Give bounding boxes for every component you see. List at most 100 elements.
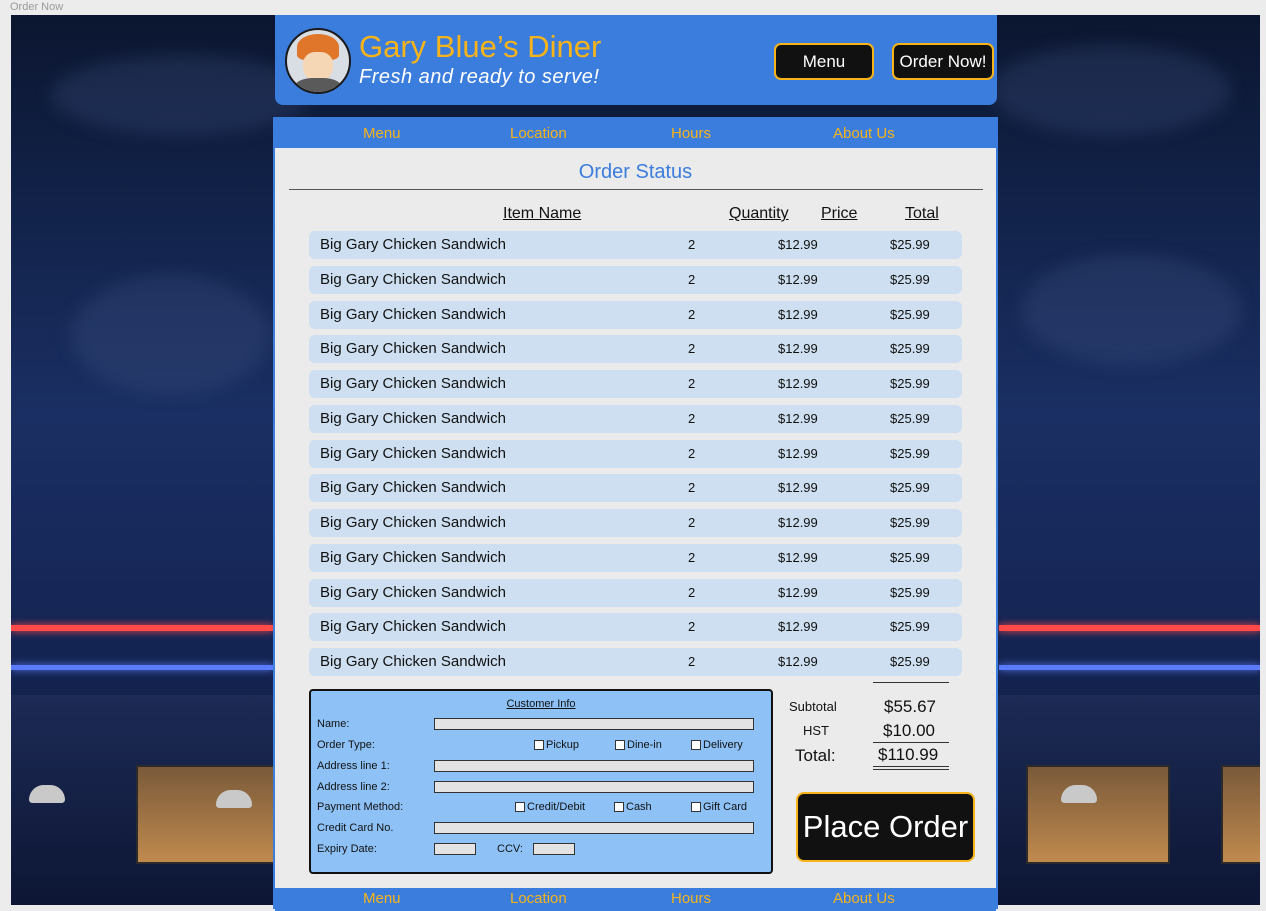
order-item-row: Big Gary Chicken Sandwich 2 $12.99 $25.99 bbox=[309, 509, 962, 537]
item-total: $25.99 bbox=[890, 376, 930, 391]
order-item-row: Big Gary Chicken Sandwich 2 $12.99 $25.99 bbox=[309, 613, 962, 642]
address-line-1-field[interactable] bbox=[434, 760, 754, 772]
footer-item-location[interactable]: Location bbox=[510, 890, 567, 907]
item-quantity: 2 bbox=[688, 271, 696, 287]
nav-item-about-us[interactable]: About Us bbox=[833, 125, 895, 142]
column-header-price: Price bbox=[821, 205, 858, 222]
summary-mid-rule bbox=[873, 742, 949, 743]
place-order-button[interactable]: Place Order bbox=[796, 792, 975, 862]
order-item-row: Big Gary Chicken Sandwich 2 $12.99 $25.99 bbox=[309, 300, 962, 329]
item-name: Big Gary Chicken Sandwich bbox=[320, 340, 506, 358]
name-field[interactable] bbox=[434, 718, 754, 730]
cash-label: Cash bbox=[626, 801, 652, 813]
title-divider bbox=[289, 189, 983, 190]
order-item-row: Big Gary Chicken Sandwich 2 $12.99 $25.99 bbox=[309, 404, 962, 433]
item-name: Big Gary Chicken Sandwich bbox=[320, 653, 506, 670]
order-item-row: Big Gary Chicken Sandwich 2 $12.99 $25.99 bbox=[309, 543, 962, 572]
footer-item-hours[interactable]: Hours bbox=[671, 890, 711, 907]
item-name: Big Gary Chicken Sandwich bbox=[320, 444, 506, 462]
item-total: $25.99 bbox=[890, 306, 930, 322]
order-item-row: Big Gary Chicken Sandwich 2 $12.99 $25.99 bbox=[309, 474, 962, 503]
item-total: $25.99 bbox=[890, 654, 930, 669]
address-line-1-label: Address line 1: bbox=[317, 760, 390, 772]
column-header-total: Total bbox=[905, 205, 939, 222]
item-quantity: 2 bbox=[688, 445, 696, 461]
address-line-2-label: Address line 2: bbox=[317, 781, 390, 793]
item-price: $12.99 bbox=[778, 306, 818, 322]
gift-card-label: Gift Card bbox=[703, 801, 748, 813]
pickup-label: Pickup bbox=[546, 739, 580, 751]
order-item-row: Big Gary Chicken Sandwich 2 $12.99 $25.99 bbox=[309, 265, 962, 294]
item-price: $12.99 bbox=[778, 584, 818, 600]
credit-debit-label: Credit/Debit bbox=[527, 801, 586, 813]
header-menu-button[interactable]: Menu bbox=[774, 43, 874, 80]
item-name: Big Gary Chicken Sandwich bbox=[320, 583, 506, 601]
cash-checkbox[interactable]: Cash bbox=[614, 801, 652, 813]
item-name: Big Gary Chicken Sandwich bbox=[320, 548, 506, 566]
item-price: $12.99 bbox=[778, 480, 818, 496]
subtotal-value: $55.67 bbox=[884, 697, 936, 716]
item-total: $25.99 bbox=[890, 410, 930, 426]
payment-method-label: Payment Method: bbox=[317, 801, 404, 813]
item-quantity: 2 bbox=[688, 480, 696, 496]
item-price: $12.99 bbox=[778, 549, 818, 565]
item-price: $12.99 bbox=[778, 271, 818, 287]
item-total: $25.99 bbox=[890, 619, 930, 635]
order-type-label: Order Type: bbox=[317, 739, 375, 751]
credit-card-field[interactable] bbox=[434, 822, 754, 834]
item-quantity: 2 bbox=[688, 584, 696, 600]
item-price: $12.99 bbox=[778, 376, 818, 391]
gift-card-checkbox[interactable]: Gift Card bbox=[691, 801, 747, 813]
column-header-quantity: Quantity bbox=[729, 205, 789, 222]
artboard-title: Order Now bbox=[10, 1, 64, 13]
delivery-checkbox[interactable]: Delivery bbox=[691, 739, 743, 751]
credit-debit-checkbox[interactable]: Credit/Debit bbox=[515, 801, 585, 813]
footer-item-about-us[interactable]: About Us bbox=[833, 890, 895, 907]
item-total: $25.99 bbox=[890, 237, 930, 252]
item-total: $25.99 bbox=[890, 515, 930, 530]
subtotal-label: Subtotal bbox=[789, 699, 837, 714]
item-quantity: 2 bbox=[688, 376, 696, 391]
header-order-now-button[interactable]: Order Now! bbox=[892, 43, 994, 80]
footer-item-menu[interactable]: Menu bbox=[363, 890, 401, 907]
item-quantity: 2 bbox=[688, 237, 696, 252]
order-item-row: Big Gary Chicken Sandwich 2 $12.99 $25.99 bbox=[309, 439, 962, 468]
item-price: $12.99 bbox=[778, 410, 818, 426]
nav-item-menu[interactable]: Menu bbox=[363, 125, 401, 142]
ccv-label: CCV: bbox=[497, 843, 523, 855]
order-items-list: Big Gary Chicken Sandwich 2 $12.99 $25.99 B… bbox=[309, 231, 962, 683]
footer-nav: Menu Location Hours About Us bbox=[275, 888, 996, 911]
column-header-item-name: Item Name bbox=[503, 205, 582, 222]
nav-item-hours[interactable]: Hours bbox=[671, 125, 711, 142]
item-quantity: 2 bbox=[688, 515, 696, 530]
item-name: Big Gary Chicken Sandwich bbox=[320, 479, 506, 497]
order-status-title: Order Status bbox=[578, 161, 693, 183]
item-price: $12.99 bbox=[778, 341, 818, 357]
item-quantity: 2 bbox=[688, 306, 696, 322]
brand-name: Gary Blue’s Diner bbox=[359, 29, 602, 64]
order-item-row: Big Gary Chicken Sandwich 2 $12.99 $25.99 bbox=[309, 335, 962, 364]
item-quantity: 2 bbox=[688, 549, 696, 565]
expiry-date-field[interactable] bbox=[434, 843, 476, 855]
expiry-date-label: Expiry Date: bbox=[317, 843, 377, 855]
dine-in-checkbox[interactable]: Dine-in bbox=[615, 739, 662, 751]
top-nav: Menu Location Hours About Us bbox=[275, 119, 996, 148]
ccv-field[interactable] bbox=[533, 843, 575, 855]
address-line-2-field[interactable] bbox=[434, 781, 754, 793]
customer-info-form: Customer Info Name: Order Type: Pickup D… bbox=[309, 689, 773, 874]
item-name: Big Gary Chicken Sandwich bbox=[320, 305, 506, 323]
item-name: Big Gary Chicken Sandwich bbox=[320, 514, 506, 531]
name-label: Name: bbox=[317, 718, 350, 730]
item-price: $12.99 bbox=[778, 445, 818, 461]
pickup-checkbox[interactable]: Pickup bbox=[534, 739, 579, 751]
item-quantity: 2 bbox=[688, 341, 696, 357]
order-item-row: Big Gary Chicken Sandwich 2 $12.99 $25.99 bbox=[309, 370, 962, 398]
total-value: $110.99 bbox=[878, 745, 939, 764]
mascot-logo bbox=[285, 28, 351, 94]
item-price: $12.99 bbox=[778, 654, 818, 669]
credit-card-label: Credit Card No. bbox=[317, 822, 394, 834]
item-quantity: 2 bbox=[688, 410, 696, 426]
nav-item-location[interactable]: Location bbox=[510, 125, 567, 142]
delivery-label: Delivery bbox=[703, 739, 743, 751]
item-name: Big Gary Chicken Sandwich bbox=[320, 409, 506, 427]
